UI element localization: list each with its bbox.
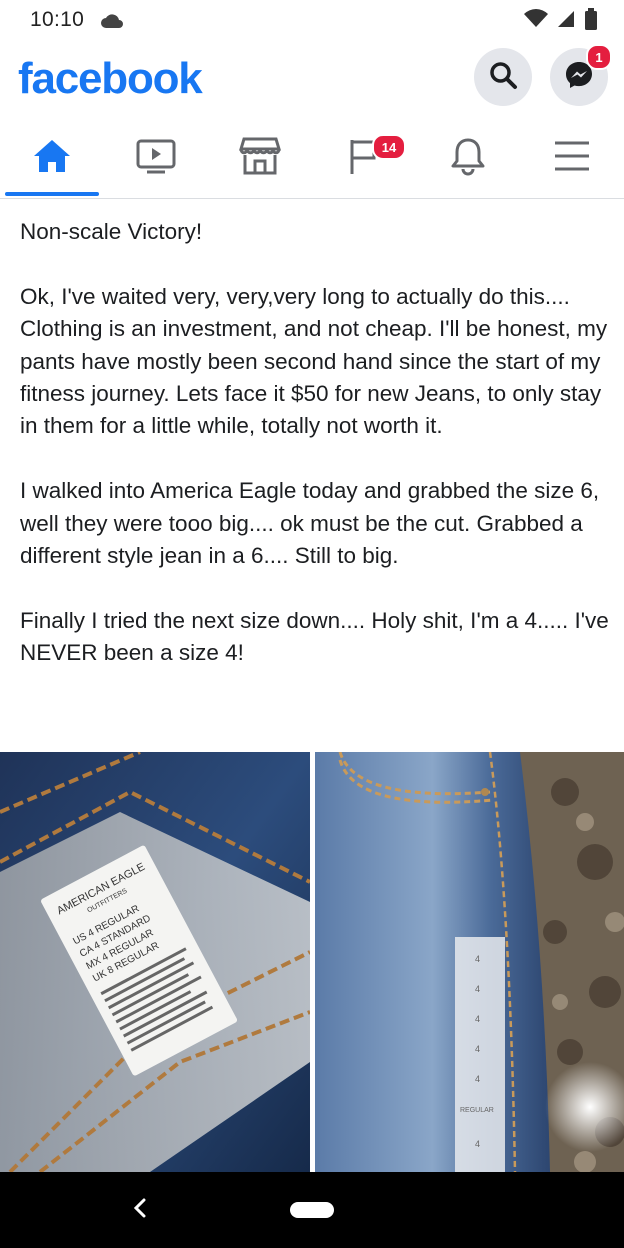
tab-home[interactable] <box>0 120 104 196</box>
bell-icon <box>448 136 488 181</box>
pages-badge: 14 <box>372 134 406 160</box>
status-icons <box>524 8 598 36</box>
search-button[interactable] <box>474 48 532 106</box>
active-tab-indicator <box>5 192 99 196</box>
video-icon <box>135 137 177 180</box>
tab-notifications[interactable] <box>416 120 520 196</box>
post-photo-jeans-sticker[interactable]: 4 4 4 4 4 REGULAR 4 <box>315 752 624 1172</box>
svg-text:4: 4 <box>475 1074 480 1084</box>
home-icon <box>32 138 72 179</box>
hamburger-menu-icon <box>552 138 592 179</box>
system-nav-bar <box>0 1172 624 1248</box>
svg-text:4: 4 <box>475 1014 480 1024</box>
status-bar: 10:10 <box>0 0 624 40</box>
tab-marketplace[interactable] <box>208 120 312 196</box>
cloud-icon <box>100 12 124 36</box>
battery-icon <box>584 8 598 36</box>
search-icon <box>488 60 518 95</box>
back-button[interactable] <box>124 1194 156 1226</box>
messenger-badge: 1 <box>586 44 612 70</box>
messenger-button[interactable]: 1 <box>550 44 612 106</box>
status-time: 10:10 <box>30 8 85 31</box>
post-title: Non-scale Victory! <box>20 219 203 244</box>
wifi-icon <box>524 9 548 35</box>
post-text: Non-scale Victory! Ok, I've waited very,… <box>20 216 610 702</box>
post-photo-jeans-tag[interactable]: AMERICAN EAGLE OUTFITTERS US 4 REGULAR C… <box>0 752 310 1172</box>
post-paragraph: Finally I tried the next size down.... H… <box>20 607 609 666</box>
svg-text:REGULAR: REGULAR <box>460 1107 494 1114</box>
shop-icon <box>238 136 282 181</box>
svg-text:4: 4 <box>475 954 480 964</box>
svg-text:4: 4 <box>475 1139 480 1149</box>
post-paragraph: Ok, I've waited very, very,very long to … <box>20 283 608 439</box>
svg-text:4: 4 <box>475 984 480 994</box>
svg-text:4: 4 <box>475 1044 480 1054</box>
tab-menu[interactable] <box>520 120 624 196</box>
app-header: facebook 1 <box>0 40 624 120</box>
post-paragraph: I walked into America Eagle today and gr… <box>20 478 600 569</box>
tab-watch[interactable] <box>104 120 208 196</box>
tab-bar: 14 <box>0 120 624 199</box>
home-gesture-pill[interactable] <box>290 1202 334 1218</box>
facebook-logo[interactable]: facebook <box>18 54 203 104</box>
tab-pages[interactable]: 14 <box>312 120 416 196</box>
back-chevron-icon <box>133 1198 147 1223</box>
signal-icon <box>556 9 576 35</box>
